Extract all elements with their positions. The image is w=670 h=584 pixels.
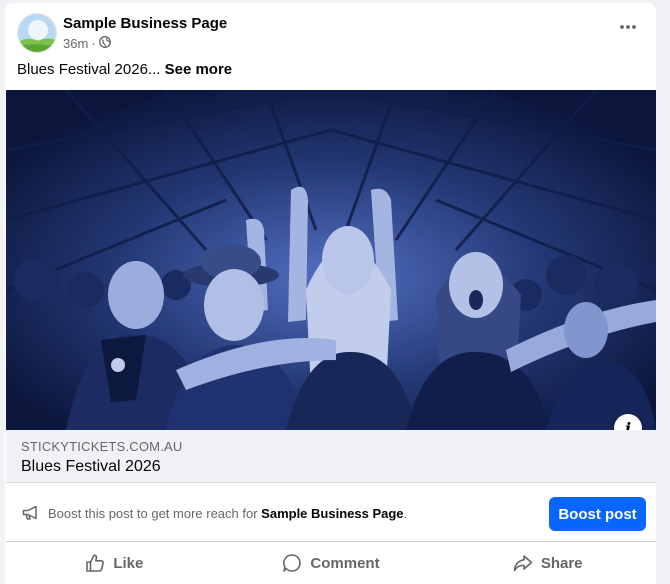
- page-name[interactable]: Sample Business Page: [63, 15, 227, 32]
- more-options-button[interactable]: [614, 17, 642, 37]
- meta-separator: ·: [91, 36, 96, 51]
- globe-icon: [98, 36, 111, 51]
- megaphone-icon: [22, 505, 40, 526]
- post-card: Sample Business Page 36m · Blues Festiva…: [5, 3, 656, 584]
- boost-text-prefix: Boost this post to get more reach for: [48, 506, 262, 521]
- comment-label: Comment: [310, 554, 380, 572]
- link-title[interactable]: Blues Festival 2026: [21, 458, 161, 476]
- post-actions: Like Comment Share: [6, 542, 656, 584]
- boost-text-suffix: .: [403, 506, 408, 521]
- share-button[interactable]: Share: [439, 542, 656, 584]
- more-horizontal-icon: [620, 25, 636, 29]
- post-time[interactable]: 36m: [63, 36, 88, 51]
- share-label: Share: [540, 554, 583, 572]
- boost-page-name: Sample Business Page: [261, 506, 404, 521]
- see-more-link[interactable]: See more: [165, 61, 233, 78]
- concert-photo-image: [6, 90, 656, 430]
- boost-banner: Boost this post to get more reach for Sa…: [6, 483, 656, 542]
- comment-icon: [283, 554, 302, 572]
- comment-button[interactable]: Comment: [223, 542, 440, 584]
- boost-post-button[interactable]: Boost post: [549, 497, 646, 531]
- link-preview[interactable]: STICKYTICKETS.COM.AU Blues Festival 2026: [6, 430, 656, 483]
- boost-message: Boost this post to get more reach for Sa…: [48, 506, 407, 521]
- caption-text: Blues Festival 2026...: [17, 61, 161, 78]
- share-icon: [513, 555, 533, 572]
- link-domain: STICKYTICKETS.COM.AU: [21, 439, 183, 454]
- like-button[interactable]: Like: [6, 542, 223, 584]
- avatar[interactable]: [17, 13, 57, 53]
- thumbs-up-icon: [86, 554, 105, 572]
- like-label: Like: [113, 554, 144, 572]
- avatar-image: [18, 14, 56, 52]
- post-caption: Blues Festival 2026... See more: [17, 61, 232, 78]
- post-meta: 36m ·: [63, 36, 111, 51]
- info-icon: i: [624, 418, 632, 431]
- concert-crowd-photo[interactable]: i: [6, 90, 656, 430]
